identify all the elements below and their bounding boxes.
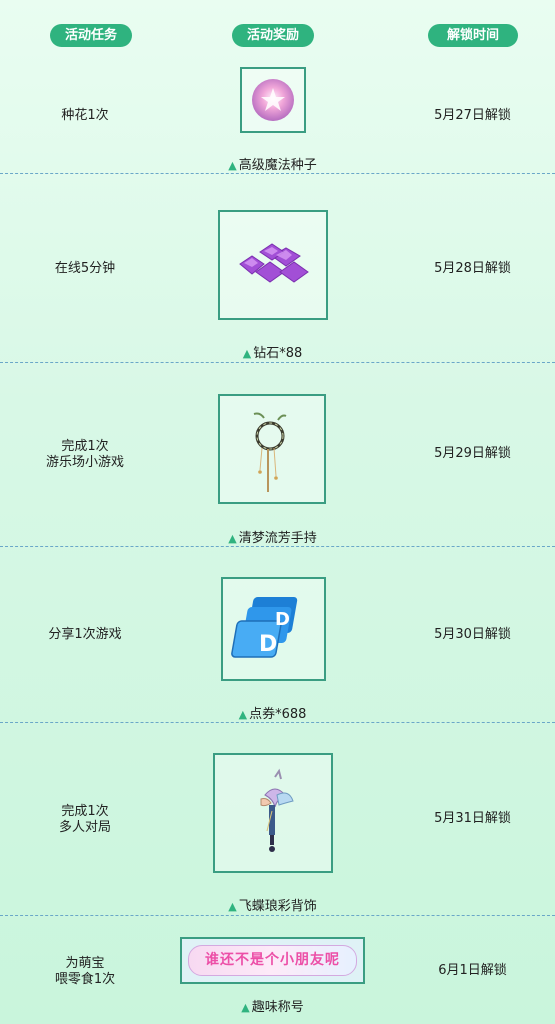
- triangle-icon: ▲: [242, 347, 252, 360]
- task-text: 完成1次 游乐场小游戏: [45, 439, 124, 470]
- reward-box[interactable]: [213, 753, 333, 873]
- header-unlock: 解锁时间: [428, 24, 518, 47]
- reward-box[interactable]: [218, 394, 326, 504]
- reward-label: ▲ 高级魔法种子: [228, 158, 317, 173]
- task-text: 在线5分钟: [54, 261, 116, 276]
- reward-box[interactable]: D D: [221, 577, 326, 681]
- triangle-icon: ▲: [241, 1001, 250, 1014]
- row-divider: [0, 546, 555, 547]
- unlock-time: 5月29日解锁: [434, 446, 511, 461]
- reward-box[interactable]: 谁还不是个小朋友呢: [180, 937, 365, 984]
- row-divider: [0, 362, 555, 363]
- unlock-time: 5月31日解锁: [434, 811, 511, 826]
- triangle-icon: ▲: [228, 532, 237, 545]
- task-text: 种花1次: [61, 108, 109, 123]
- task-text: 完成1次 多人对局: [58, 804, 111, 835]
- title-badge-icon: 谁还不是个小朋友呢: [188, 945, 357, 976]
- header-reward: 活动奖励: [232, 24, 314, 47]
- unlock-time: 5月30日解锁: [434, 627, 511, 642]
- row-divider: [0, 915, 555, 916]
- reward-label: ▲ 飞蝶琅彩背饰: [228, 899, 317, 914]
- unlock-time: 5月27日解锁: [434, 108, 511, 123]
- butterfly-back-accessory-icon: [260, 768, 294, 852]
- svg-text:D: D: [275, 609, 290, 630]
- reward-box[interactable]: [240, 67, 306, 133]
- unlock-time: 5月28日解锁: [434, 261, 511, 276]
- triangle-icon: ▲: [228, 159, 237, 172]
- reward-label: ▲ 清梦流芳手持: [228, 531, 317, 546]
- row-divider: [0, 173, 555, 174]
- reward-label: ▲ 趣味称号: [241, 1000, 304, 1015]
- row-divider: [0, 722, 555, 723]
- task-text: 为萌宝 喂零食1次: [54, 956, 116, 987]
- coupon-icon: D D: [231, 597, 298, 658]
- header-task: 活动任务: [50, 24, 132, 47]
- unlock-time: 6月1日解锁: [438, 963, 507, 978]
- svg-text:D: D: [259, 632, 277, 657]
- handheld-wreath-icon: [253, 412, 287, 492]
- reward-box[interactable]: [218, 210, 328, 320]
- reward-label: ▲ 点券*688: [238, 707, 307, 722]
- diamond-icon: [239, 243, 309, 283]
- table-header: 活动任务 活动奖励 解锁时间: [0, 0, 555, 50]
- task-text: 分享1次游戏: [48, 627, 122, 642]
- reward-label: ▲ 钻石*88: [242, 346, 303, 361]
- triangle-icon: ▲: [228, 900, 237, 913]
- triangle-icon: ▲: [238, 708, 248, 721]
- magic-seed-icon: [252, 79, 294, 121]
